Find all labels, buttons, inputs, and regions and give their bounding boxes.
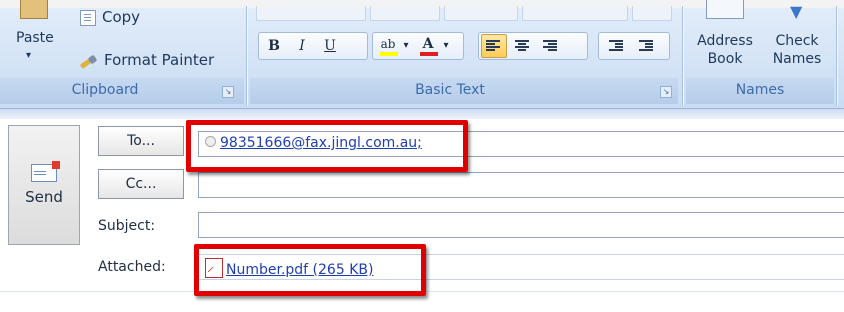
cc-button[interactable]: Cc... [98, 169, 184, 199]
paste-label: Paste [16, 30, 54, 46]
bold-button[interactable]: B [261, 33, 287, 59]
font-color-bar [420, 52, 438, 56]
copy-icon [80, 9, 96, 26]
font-color-button[interactable]: A [415, 33, 441, 59]
group-separator [246, 6, 247, 106]
paste-icon [20, 0, 48, 19]
decrease-indent-button[interactable] [603, 33, 629, 59]
alignment-group [478, 32, 588, 60]
basic-text-launcher-icon[interactable]: ↘ [660, 86, 672, 98]
format-painter-icon [80, 54, 98, 68]
paste-button[interactable]: Paste ▾ [12, 0, 56, 74]
address-book-label-2: Book [707, 51, 743, 67]
to-button[interactable]: To... [98, 126, 184, 156]
align-left-icon [486, 40, 500, 52]
attachment-highlight-box [194, 244, 426, 296]
font-grow-buttons[interactable] [444, 6, 518, 21]
ribbon: Paste ▾ Copy Format Painter Clipboard ↘ … [0, 0, 844, 108]
color-group: ab ▾ A ▾ [372, 32, 464, 60]
indent-group [598, 32, 670, 60]
format-painter-label: Format Painter [104, 51, 215, 69]
send-icon [31, 161, 60, 182]
highlight-icon: ab [380, 37, 396, 51]
highlight-button[interactable]: ab [375, 33, 401, 59]
decrease-indent-icon [609, 40, 623, 52]
basic-text-group-label: Basic Text [415, 82, 485, 98]
check-names-label-2: Names [772, 51, 822, 67]
check-names-icon: ▼ [790, 2, 803, 21]
clipboard-group-label: Clipboard [71, 82, 139, 98]
cc-field[interactable] [198, 172, 844, 198]
font-color-dropdown-icon[interactable]: ▾ [439, 33, 453, 59]
font-color-icon: A [422, 36, 434, 52]
address-book-label-1: Address [697, 33, 753, 49]
format-painter-button[interactable]: Format Painter [80, 49, 214, 71]
clipboard-launcher-icon[interactable]: ↘ [222, 86, 234, 98]
align-center-button[interactable] [509, 33, 535, 59]
check-names-button[interactable]: Check Names [762, 32, 832, 68]
copy-button[interactable]: Copy [80, 6, 140, 28]
attached-label: Attached: [98, 259, 166, 275]
copy-label: Copy [102, 8, 141, 26]
align-right-icon [543, 40, 557, 52]
align-center-icon [515, 40, 529, 52]
italic-button[interactable]: I [289, 33, 315, 59]
increase-indent-icon [639, 40, 653, 52]
recipient-highlight-box [186, 120, 468, 172]
underline-button[interactable]: U [317, 33, 343, 59]
clear-format-button[interactable] [632, 6, 672, 21]
check-names-label-1: Check [775, 33, 819, 49]
names-group-label: Names [735, 82, 785, 98]
font-name-box[interactable] [256, 6, 366, 21]
align-left-button[interactable] [481, 34, 507, 58]
font-style-group: B I U [258, 32, 368, 60]
font-size-box[interactable] [370, 6, 440, 21]
highlight-color-bar [380, 52, 398, 56]
align-right-button[interactable] [537, 33, 563, 59]
address-book-button[interactable]: Address Book [690, 32, 760, 68]
increase-indent-button[interactable] [633, 33, 659, 59]
send-label: Send [25, 188, 63, 206]
list-buttons[interactable] [522, 6, 628, 21]
send-button[interactable]: Send [8, 125, 80, 245]
address-book-icon [706, 0, 744, 19]
message-header-top [0, 108, 844, 119]
group-separator [682, 6, 683, 106]
group-separator [836, 6, 837, 106]
subject-label: Subject: [98, 218, 156, 234]
subject-field[interactable] [198, 212, 844, 238]
highlight-dropdown-icon[interactable]: ▾ [399, 33, 413, 59]
paste-dropdown-icon[interactable]: ▾ [26, 50, 31, 61]
